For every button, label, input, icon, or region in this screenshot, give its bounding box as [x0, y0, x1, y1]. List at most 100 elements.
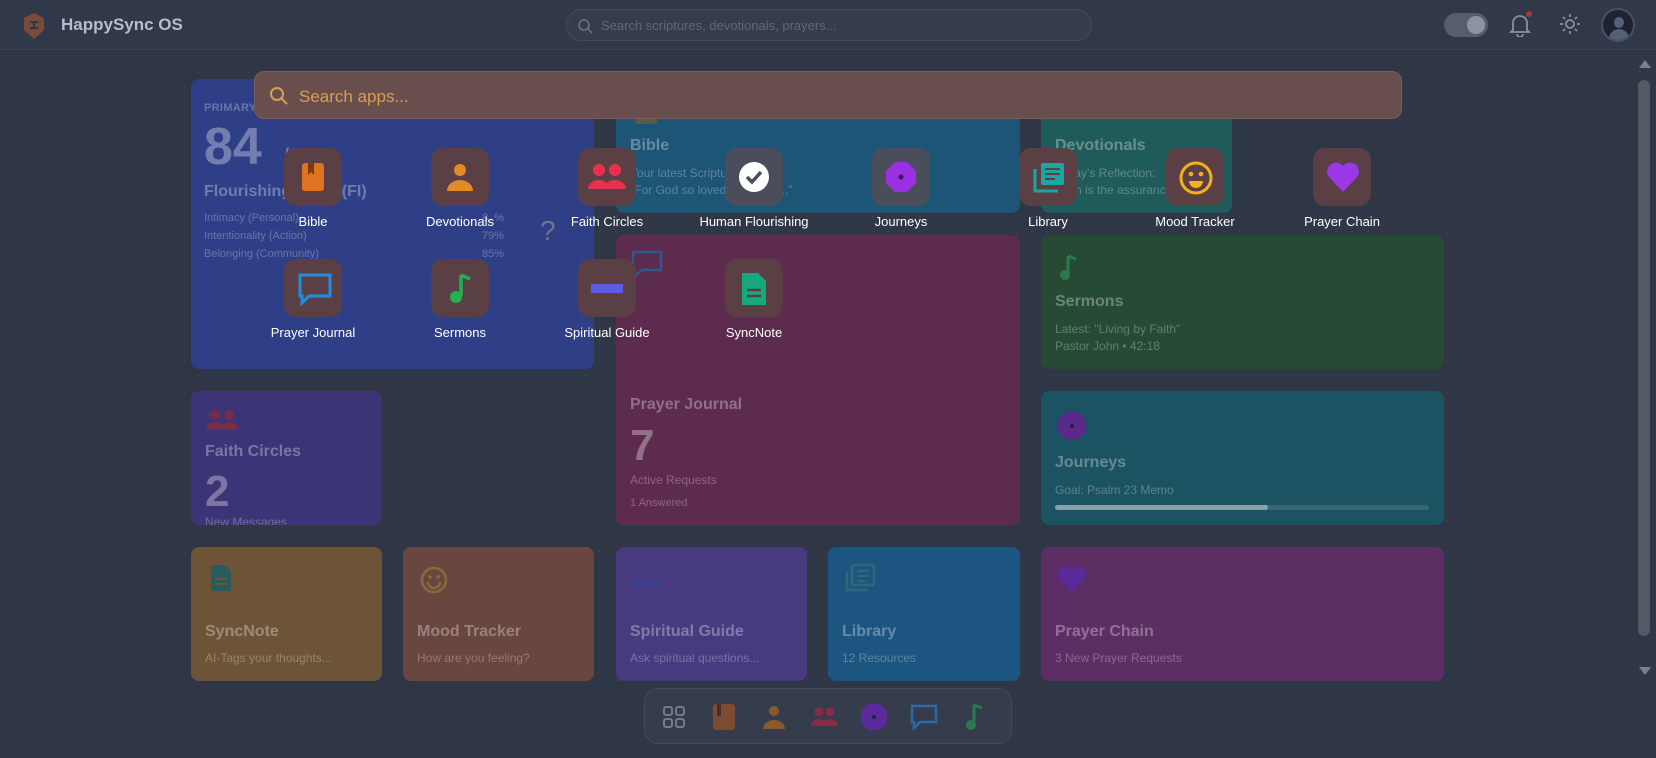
- heart-icon: [1057, 566, 1087, 592]
- top-bar: HappySync OS Search scriptures, devotion…: [0, 0, 1656, 50]
- syncnote-card[interactable]: SyncNote AI-Tags your thoughts...: [191, 547, 382, 681]
- document-icon: [742, 273, 766, 305]
- launcher-app-prayer-journal[interactable]: Prayer Journal: [243, 259, 383, 359]
- spiritual-guide-card-line: Ask spiritual questions...: [630, 651, 760, 665]
- app-icon-tile: [1019, 148, 1077, 206]
- app-label: Journeys: [874, 214, 928, 229]
- launcher-app-library[interactable]: Library: [978, 148, 1118, 248]
- app-label: Mood Tracker: [1155, 214, 1235, 229]
- launcher-app-spiritual-guide[interactable]: Spiritual Guide: [537, 259, 677, 359]
- prayer-journal-line: Active Requests: [630, 473, 717, 487]
- app-label: SyncNote: [725, 325, 783, 340]
- launcher-app-mood-tracker[interactable]: Mood Tracker: [1125, 148, 1265, 248]
- minus-icon: [631, 581, 661, 588]
- octagon-icon[interactable]: [859, 702, 889, 732]
- app-label: Devotionals: [426, 214, 494, 229]
- journeys-card-title: Journeys: [1055, 454, 1127, 471]
- journeys-card[interactable]: Journeys Goal: Psalm 23 Memo: [1041, 391, 1444, 525]
- octagon-icon: [886, 162, 916, 192]
- chat-icon: [298, 273, 332, 306]
- app-label: Faith Circles: [570, 214, 644, 229]
- faith-circles-line: New Messages: [205, 515, 288, 525]
- launcher-app-journeys[interactable]: Journeys: [831, 148, 971, 248]
- app-icon-tile: [1313, 148, 1371, 206]
- prayer-journal-line: 1 Answered: [630, 497, 688, 509]
- global-search-placeholder: Search scriptures, devotionals, prayers.…: [601, 18, 837, 33]
- syncnote-card-title: SyncNote: [205, 623, 279, 640]
- app-icon-tile: [578, 259, 636, 317]
- launcher-app-devotionals[interactable]: Devotionals: [390, 148, 530, 248]
- person-icon: [447, 164, 473, 191]
- app-icon-tile: [431, 148, 489, 206]
- prayer-chain-card-title: Prayer Chain: [1055, 623, 1154, 640]
- scroll-down-arrow[interactable]: [1639, 667, 1651, 675]
- group-icon: [588, 164, 626, 189]
- app-label: Spiritual Guide: [564, 325, 650, 340]
- scrollbar-thumb[interactable]: [1638, 80, 1650, 636]
- heart-icon: [1327, 162, 1359, 192]
- prayer-chain-card[interactable]: Prayer Chain 3 New Prayer Requests: [1041, 547, 1444, 681]
- faith-circles-card-title: Faith Circles: [205, 443, 302, 460]
- minus-icon: [591, 284, 623, 293]
- grid-icon[interactable]: [659, 702, 689, 732]
- app-icon-tile: [431, 259, 489, 317]
- app-icon-tile: [1166, 148, 1224, 206]
- spiritual-guide-card[interactable]: Spiritual Guide Ask spiritual questions.…: [616, 547, 807, 681]
- theme-toggle[interactable]: [1444, 13, 1488, 37]
- spiritual-guide-card-title: Spiritual Guide: [630, 623, 744, 640]
- global-search-input[interactable]: Search scriptures, devotionals, prayers.…: [566, 9, 1092, 41]
- app-label: Library: [1028, 214, 1068, 229]
- launcher-app-sermons[interactable]: Sermons: [390, 259, 530, 359]
- launcher-app-syncnote[interactable]: SyncNote: [684, 259, 824, 359]
- person-icon[interactable]: [759, 702, 789, 732]
- prayer-journal-count: 7: [630, 421, 655, 470]
- mood-tracker-card-title: Mood Tracker: [417, 623, 522, 640]
- music-note-icon: [450, 273, 471, 303]
- syncnote-card-line: AI-Tags your thoughts...: [205, 651, 332, 665]
- octagon-icon: [1058, 412, 1086, 440]
- scroll-up-arrow[interactable]: [1639, 60, 1651, 68]
- music-note-icon[interactable]: [959, 702, 989, 732]
- library-icon: [1033, 163, 1064, 193]
- chat-icon[interactable]: [909, 702, 939, 732]
- app-label: Prayer Chain: [1304, 214, 1380, 229]
- mood-tracker-card-line: How are you feeling?: [417, 651, 530, 665]
- apps-search-input[interactable]: Search apps...: [254, 71, 1402, 119]
- search-icon: [578, 19, 593, 34]
- sun-icon[interactable]: [1559, 13, 1581, 35]
- app-icon-tile: [725, 148, 783, 206]
- smile-icon: [1179, 161, 1213, 195]
- journeys-progress-fill: [1055, 505, 1269, 510]
- launcher-app-human-flourishing[interactable]: Human Flourishing: [684, 148, 824, 248]
- library-card-line: 12 Resources: [842, 651, 917, 665]
- sermons-card-line: Latest: "Living by Faith": [1055, 322, 1181, 336]
- notification-badge: [1526, 11, 1532, 17]
- library-card-title: Library: [842, 623, 897, 640]
- launcher-app-faith-circles[interactable]: Faith Circles: [537, 148, 677, 248]
- library-card[interactable]: Library 12 Resources: [828, 547, 1020, 681]
- journeys-progress-bar: [1055, 505, 1429, 510]
- smile-icon: [420, 566, 448, 594]
- launcher-app-prayer-chain[interactable]: Prayer Chain: [1272, 148, 1412, 248]
- app-icon-tile: [725, 259, 783, 317]
- launcher-app-bible[interactable]: Bible: [243, 148, 383, 248]
- sermons-card[interactable]: Sermons Latest: "Living by Faith" Pastor…: [1041, 235, 1444, 369]
- group-icon: [206, 410, 238, 430]
- app-icon-tile: [284, 259, 342, 317]
- group-icon[interactable]: [809, 702, 839, 732]
- prayer-journal-card-title: Prayer Journal: [630, 396, 743, 413]
- app-label: Prayer Journal: [270, 325, 356, 340]
- bottom-dock: [644, 688, 1012, 744]
- avatar-head: [1614, 17, 1624, 28]
- faith-circles-count: 2: [205, 467, 230, 516]
- check-circle-icon: [739, 162, 769, 192]
- search-icon: [270, 87, 288, 105]
- avatar[interactable]: [1601, 8, 1635, 42]
- mood-tracker-card[interactable]: Mood Tracker How are you feeling?: [403, 547, 594, 681]
- toggle-knob: [1467, 16, 1485, 34]
- sermons-card-title: Sermons: [1055, 293, 1124, 310]
- avatar-body: [1609, 29, 1629, 40]
- app-label: Bible: [298, 214, 328, 229]
- faith-circles-card[interactable]: Faith Circles 2 New Messages: [191, 391, 382, 525]
- book-icon[interactable]: [709, 702, 739, 732]
